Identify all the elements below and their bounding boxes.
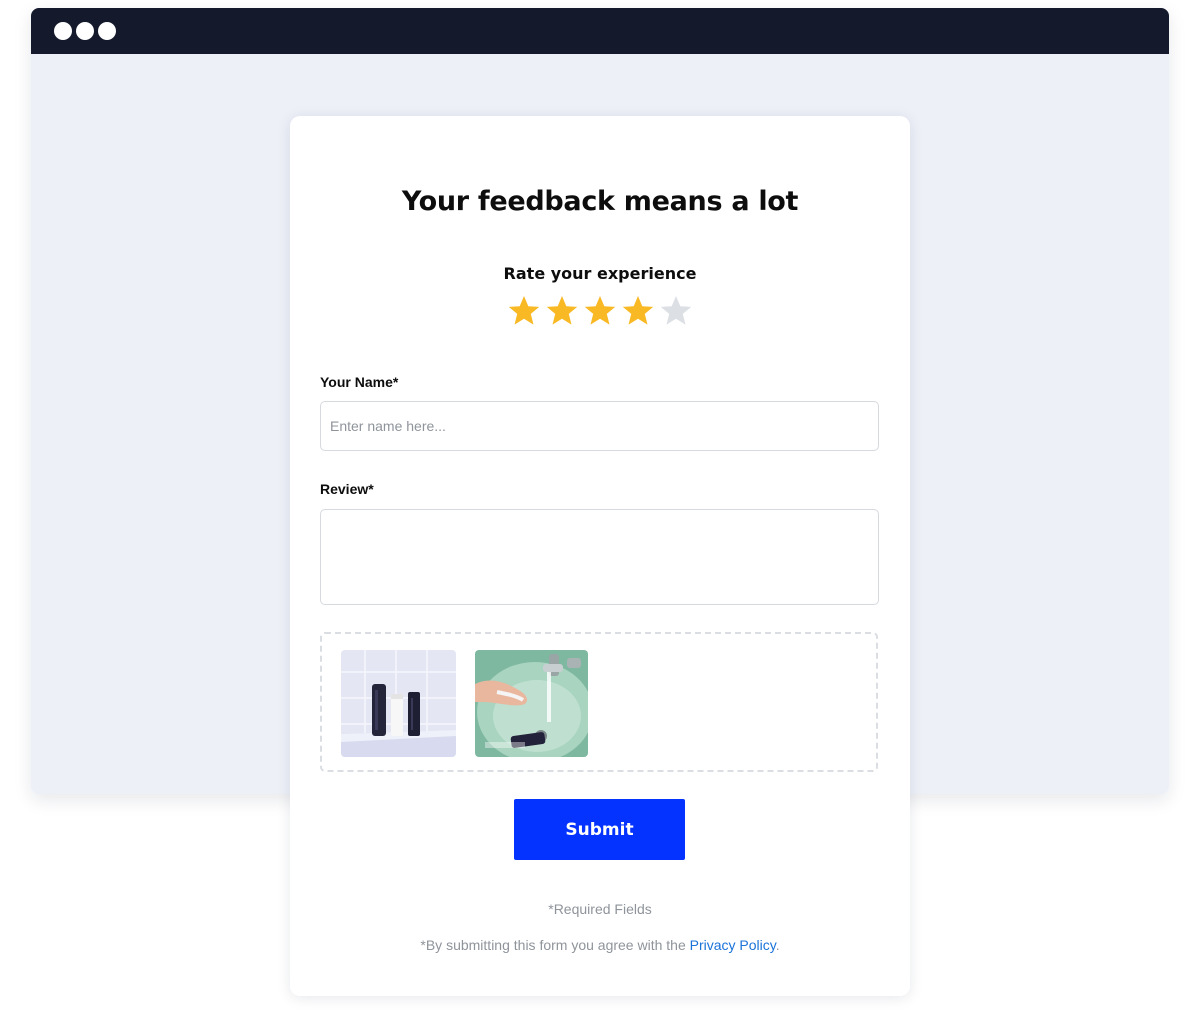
privacy-policy-link[interactable]: Privacy Policy bbox=[690, 937, 776, 953]
submit-button[interactable]: Submit bbox=[514, 799, 685, 860]
hand-washing-image bbox=[475, 650, 588, 757]
product-bottles-image bbox=[341, 650, 456, 757]
star-icon[interactable] bbox=[659, 294, 693, 328]
rating-label: Rate your experience bbox=[503, 264, 697, 283]
upload-thumbnail-product-bottles[interactable] bbox=[341, 650, 456, 757]
name-label: Your Name* bbox=[320, 374, 399, 390]
photo-upload-dropzone[interactable] bbox=[320, 632, 878, 772]
window-dot-icon[interactable] bbox=[76, 22, 94, 40]
star-icon[interactable] bbox=[621, 294, 655, 328]
star-icon[interactable] bbox=[545, 294, 579, 328]
review-label: Review* bbox=[320, 481, 374, 497]
review-textarea[interactable] bbox=[320, 509, 879, 605]
privacy-agreement-note: *By submitting this form you agree with … bbox=[290, 937, 910, 953]
required-fields-note: *Required Fields bbox=[548, 901, 652, 917]
upload-thumbnail-hand-washing[interactable] bbox=[475, 650, 588, 757]
agreement-suffix: . bbox=[775, 937, 780, 953]
star-icon[interactable] bbox=[583, 294, 617, 328]
window-dot-icon[interactable] bbox=[54, 22, 72, 40]
form-title: Your feedback means a lot bbox=[401, 186, 799, 217]
name-input[interactable] bbox=[320, 401, 879, 451]
star-rating[interactable] bbox=[290, 294, 910, 328]
window-dot-icon[interactable] bbox=[98, 22, 116, 40]
star-icon[interactable] bbox=[507, 294, 541, 328]
agreement-text: *By submitting this form you agree with … bbox=[420, 937, 686, 953]
feedback-form-card: Your feedback means a lot Rate your expe… bbox=[290, 116, 910, 996]
window-titlebar bbox=[31, 8, 1169, 54]
